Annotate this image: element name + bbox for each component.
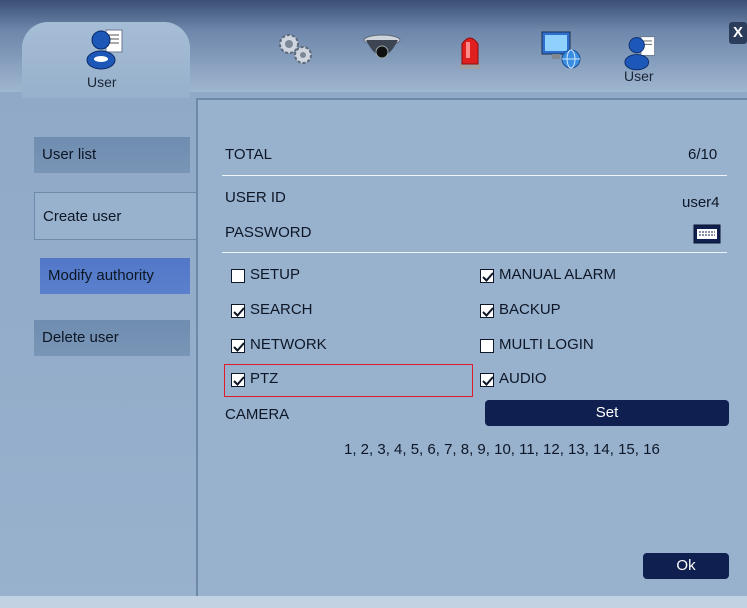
check-icon xyxy=(482,307,494,317)
ptz-selection-highlight xyxy=(224,364,473,397)
divider xyxy=(222,175,727,176)
check-icon xyxy=(233,307,245,317)
user-icon[interactable] xyxy=(624,32,658,72)
user-icon xyxy=(86,29,123,70)
audio-label: AUDIO xyxy=(499,370,547,387)
divider xyxy=(222,252,727,253)
tab-user-label: User xyxy=(87,74,117,90)
set-camera-button[interactable]: Set xyxy=(485,400,729,426)
search-label: SEARCH xyxy=(250,301,313,318)
multi-login-checkbox[interactable] xyxy=(480,339,494,353)
setup-label: SETUP xyxy=(250,266,301,283)
search-checkbox[interactable] xyxy=(231,304,245,318)
keyboard-icon[interactable] xyxy=(693,224,721,244)
check-icon xyxy=(482,272,494,282)
password-label: PASSWORD xyxy=(225,224,312,241)
gears-icon[interactable] xyxy=(272,28,316,72)
network-label: NETWORK xyxy=(250,336,327,353)
user-id-value: user4 xyxy=(682,194,720,211)
backup-checkbox[interactable] xyxy=(480,304,494,318)
manual-alarm-label: MANUAL ALARM xyxy=(499,266,616,283)
dome-camera-icon[interactable] xyxy=(360,28,404,72)
setup-checkbox[interactable] xyxy=(231,269,245,283)
sidebar-item-user-list[interactable]: User list xyxy=(34,137,190,173)
check-icon xyxy=(482,376,494,386)
camera-label: CAMERA xyxy=(225,406,290,423)
tab-user-label-secondary: User xyxy=(624,68,654,84)
network-monitor-icon[interactable] xyxy=(538,28,582,72)
multi-login-label: MULTI LOGIN xyxy=(499,336,594,353)
sidebar-item-create-user[interactable]: Create user xyxy=(34,192,198,240)
sidebar-item-modify-authority[interactable]: Modify authority xyxy=(40,258,190,294)
manual-alarm-checkbox[interactable] xyxy=(480,269,494,283)
alarm-beacon-icon[interactable] xyxy=(448,28,492,72)
ok-button[interactable]: Ok xyxy=(643,553,729,579)
total-value: 6/10 xyxy=(688,146,718,163)
audio-checkbox[interactable] xyxy=(480,373,494,387)
tab-user[interactable]: User xyxy=(22,22,190,98)
window-bottom-edge xyxy=(0,596,747,608)
backup-label: BACKUP xyxy=(499,301,561,318)
user-id-label: USER ID xyxy=(225,189,286,206)
check-icon xyxy=(233,342,245,352)
sidebar-item-delete-user[interactable]: Delete user xyxy=(34,320,190,356)
network-checkbox[interactable] xyxy=(231,339,245,353)
close-button[interactable]: X xyxy=(729,22,747,44)
settings-window: User User X User list Create user Modify… xyxy=(0,0,747,608)
total-label: TOTAL xyxy=(225,146,272,163)
camera-list: 1, 2, 3, 4, 5, 6, 7, 8, 9, 10, 11, 12, 1… xyxy=(344,441,660,458)
